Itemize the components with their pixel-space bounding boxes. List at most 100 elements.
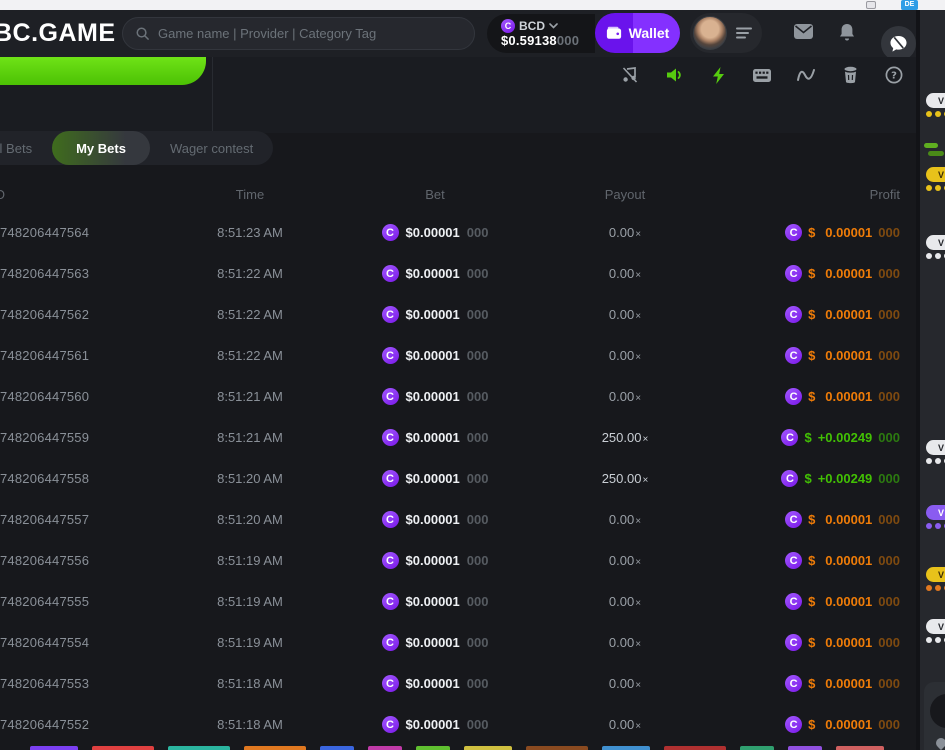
- user-avatar[interactable]: [693, 16, 727, 50]
- bet-row[interactable]: 748206447553 8:51:18 AM C $0.00001000 0.…: [0, 663, 916, 704]
- col-header-time: Time: [180, 187, 320, 202]
- vip-dots: [926, 458, 945, 464]
- vip-badge: V: [926, 505, 945, 520]
- bcd-coin-icon: C: [781, 470, 798, 487]
- bet-row[interactable]: 748206447559 8:51:21 AM C $0.00001000 25…: [0, 417, 916, 458]
- bet-row[interactable]: 748206447562 8:51:22 AM C $0.00001000 0.…: [0, 294, 916, 335]
- bet-id: 748206447561: [0, 348, 180, 363]
- bet-profit: C $0.00001000: [700, 552, 916, 569]
- bet-amount: C $0.00001000: [320, 429, 550, 446]
- bet-amount: C $0.00001000: [320, 593, 550, 610]
- vip-dots: [926, 637, 945, 643]
- bet-time: 8:51:20 AM: [180, 512, 320, 527]
- bell-icon: [838, 23, 856, 42]
- bet-profit: C $0.00001000: [700, 634, 916, 651]
- help-icon[interactable]: ?: [884, 65, 904, 85]
- bet-row[interactable]: 748206447554 8:51:19 AM C $0.00001000 0.…: [0, 622, 916, 663]
- tab-all-bets[interactable]: All Bets: [0, 131, 52, 165]
- bet-time: 8:51:19 AM: [180, 553, 320, 568]
- chat-message-fragment[interactable]: V: [926, 570, 945, 591]
- multiplier-symbol: ×: [635, 557, 641, 568]
- bcd-coin-icon: C: [382, 511, 399, 528]
- trends-icon[interactable]: [796, 65, 816, 85]
- bet-row[interactable]: 748206447552 8:51:18 AM C $0.00001000 0.…: [0, 704, 916, 745]
- bet-row[interactable]: 748206447563 8:51:22 AM C $0.00001000 0.…: [0, 253, 916, 294]
- mail-button[interactable]: [793, 23, 814, 45]
- sound-on-icon[interactable]: [664, 65, 684, 85]
- music-muted-icon[interactable]: [620, 65, 640, 85]
- bet-amount: C $0.00001000: [320, 470, 550, 487]
- bet-amount: C $0.00001000: [320, 347, 550, 364]
- bet-row[interactable]: 748206447555 8:51:19 AM C $0.00001000 0.…: [0, 581, 916, 622]
- col-header-bet: Bet: [320, 187, 550, 202]
- hotkeys-icon[interactable]: [752, 65, 772, 85]
- rain-icon: [934, 736, 945, 750]
- chat-rail[interactable]: V V V V V V: [920, 10, 945, 750]
- vip-badge: V: [926, 619, 945, 634]
- bet-profit: C $0.00001000: [700, 593, 916, 610]
- user-menu[interactable]: [690, 13, 762, 53]
- tab-my-bets[interactable]: My Bets: [52, 131, 150, 165]
- bet-payout: 0.00×: [550, 717, 700, 732]
- bet-row[interactable]: 748206447564 8:51:23 AM C $0.00001000 0.…: [0, 212, 916, 253]
- bcgame-page: DE BC.GAME C BCD $0.59138000 Wallet: [0, 0, 945, 750]
- tab-wager-contest[interactable]: Wager contest: [150, 131, 273, 165]
- turbo-icon[interactable]: [708, 65, 728, 85]
- chat-message-fragment[interactable]: V: [926, 96, 945, 117]
- bet-id: 748206447564: [0, 225, 180, 240]
- bet-payout: 0.00×: [550, 512, 700, 527]
- bet-id: 748206447556: [0, 553, 180, 568]
- currency-selector[interactable]: C BCD $0.59138000: [487, 14, 595, 53]
- bet-time: 8:51:22 AM: [180, 348, 320, 363]
- bcd-coin-icon: C: [785, 552, 802, 569]
- multiplier-symbol: ×: [635, 516, 641, 527]
- chat-toggle-button[interactable]: [881, 26, 916, 61]
- vip-dots: [926, 111, 945, 117]
- bcd-coin-icon: C: [501, 19, 515, 33]
- site-logo[interactable]: BC.GAME: [0, 19, 116, 48]
- bcd-coin-icon: C: [785, 675, 802, 692]
- search-bar[interactable]: [122, 17, 475, 50]
- search-input[interactable]: [158, 26, 462, 41]
- extension-icon[interactable]: [866, 1, 876, 9]
- bcd-coin-icon: C: [781, 429, 798, 446]
- footer-thumbnails-strip: [30, 746, 884, 750]
- bcd-coin-icon: C: [785, 716, 802, 733]
- clear-icon[interactable]: [840, 65, 860, 85]
- bet-payout: 0.00×: [550, 594, 700, 609]
- bet-amount: C $0.00001000: [320, 265, 550, 282]
- bcd-coin-icon: C: [382, 470, 399, 487]
- chat-message-fragment[interactable]: V: [926, 238, 945, 259]
- chat-message-fragment[interactable]: V: [926, 170, 945, 191]
- game-panel-top: ?: [0, 57, 916, 133]
- bet-id: 748206447563: [0, 266, 180, 281]
- bet-payout: 0.00×: [550, 307, 700, 322]
- bcd-coin-icon: C: [382, 634, 399, 651]
- search-icon: [135, 26, 150, 41]
- chat-message-fragment[interactable]: V: [926, 443, 945, 464]
- bet-row[interactable]: 748206447560 8:51:21 AM C $0.00001000 0.…: [0, 376, 916, 417]
- vip-dots: [926, 253, 945, 259]
- multiplier-symbol: ×: [635, 229, 641, 240]
- bet-time: 8:51:18 AM: [180, 717, 320, 732]
- bcd-coin-icon: C: [785, 224, 802, 241]
- bet-row[interactable]: 748206447561 8:51:22 AM C $0.00001000 0.…: [0, 335, 916, 376]
- vip-dots: [926, 185, 945, 191]
- vip-badge: V: [926, 93, 945, 108]
- scroll-down-button[interactable]: [930, 694, 945, 728]
- chat-bottom-panel: [924, 682, 945, 750]
- bcd-coin-icon: C: [382, 716, 399, 733]
- chat-message-fragment[interactable]: V: [926, 622, 945, 643]
- bet-row[interactable]: 748206447557 8:51:20 AM C $0.00001000 0.…: [0, 499, 916, 540]
- bet-payout: 250.00×: [550, 471, 700, 486]
- wallet-button[interactable]: Wallet: [595, 13, 680, 53]
- extension-badge[interactable]: DE: [901, 0, 918, 10]
- notifications-button[interactable]: [838, 23, 856, 47]
- bet-amount: C $0.00001000: [320, 388, 550, 405]
- chat-message-fragment[interactable]: V: [926, 508, 945, 529]
- vip-badge: V: [926, 235, 945, 250]
- bet-row[interactable]: 748206447556 8:51:19 AM C $0.00001000 0.…: [0, 540, 916, 581]
- bet-profit: C $0.00001000: [700, 265, 916, 282]
- bet-time: 8:51:21 AM: [180, 389, 320, 404]
- bet-row[interactable]: 748206447558 8:51:20 AM C $0.00001000 25…: [0, 458, 916, 499]
